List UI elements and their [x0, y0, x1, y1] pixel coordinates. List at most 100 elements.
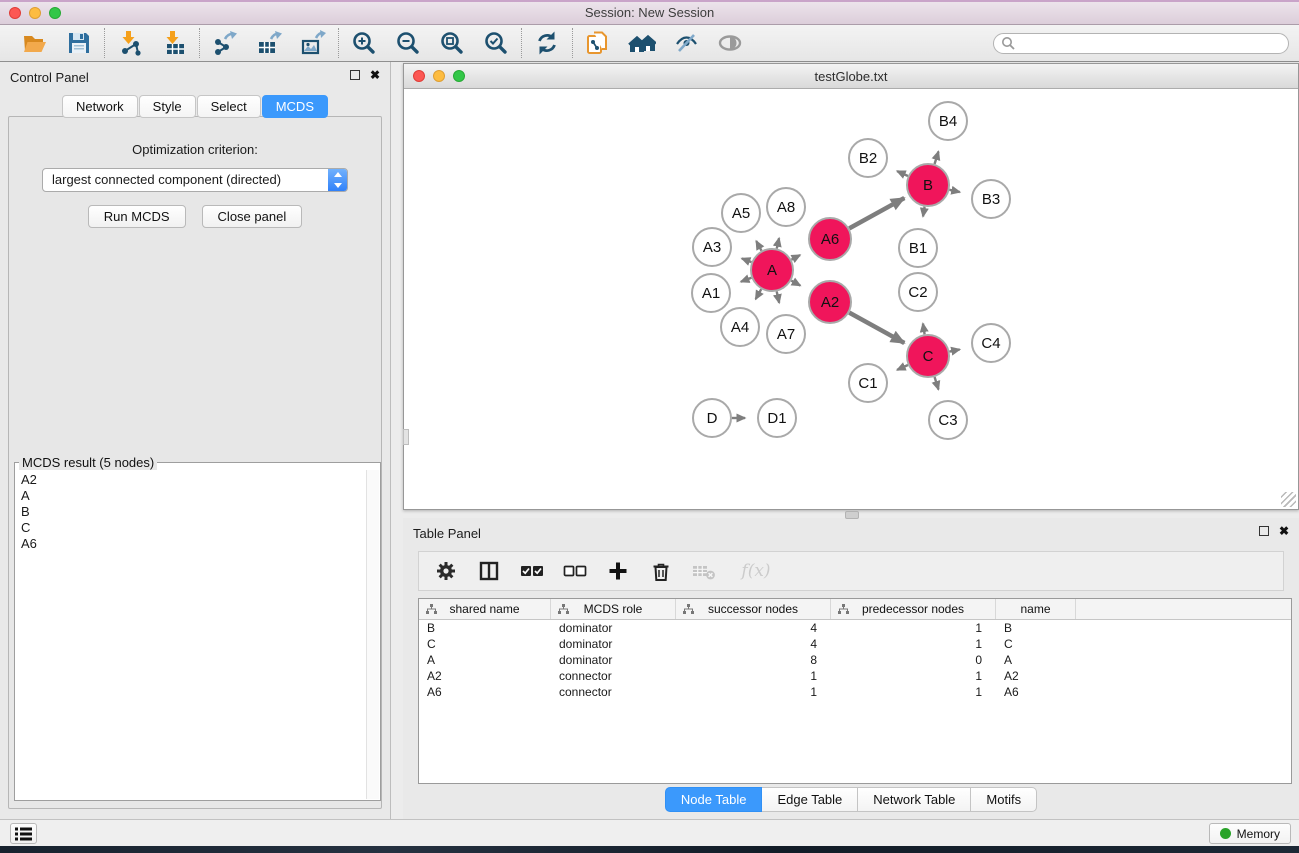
table-cell[interactable]: B	[419, 620, 551, 636]
table-row[interactable]: Bdominator41B	[419, 620, 1291, 636]
tab-mcds[interactable]: MCDS	[262, 95, 328, 118]
graph-node-B4[interactable]: B4	[929, 102, 967, 140]
graph-node-A1[interactable]: A1	[692, 274, 730, 312]
table-row[interactable]: A2connector11A2	[419, 668, 1291, 684]
select-all-columns-button[interactable]	[519, 558, 545, 584]
graph-edge-A-A1[interactable]	[741, 278, 751, 282]
graph-edge-B-B3[interactable]	[949, 190, 959, 192]
close-panel-icon[interactable]: ✖	[370, 70, 380, 80]
table-cell[interactable]: C	[419, 636, 551, 652]
result-item[interactable]: A	[21, 488, 361, 504]
tab-network-table[interactable]: Network Table	[858, 787, 971, 812]
graph-node-A5[interactable]: A5	[722, 194, 760, 232]
table-cell[interactable]: 1	[831, 668, 996, 684]
minimize-window-button[interactable]	[29, 7, 41, 19]
graph-node-A8[interactable]: A8	[767, 188, 805, 226]
search-box[interactable]	[993, 33, 1289, 54]
graph-node-D[interactable]: D	[693, 399, 731, 437]
table-cell[interactable]: B	[996, 620, 1076, 636]
table-cell[interactable]: A	[996, 652, 1076, 668]
table-cell[interactable]: 1	[831, 684, 996, 700]
graph-edge-C-C4[interactable]	[950, 349, 960, 351]
show-column-button[interactable]	[476, 558, 502, 584]
tab-motifs[interactable]: Motifs	[971, 787, 1037, 812]
graph-edge-B-B2[interactable]	[897, 171, 908, 176]
main-titlebar[interactable]: Session: New Session	[0, 2, 1299, 25]
graph-edge-A-A4[interactable]	[756, 289, 762, 299]
float-panel-icon[interactable]	[350, 70, 360, 80]
table-cell[interactable]: 1	[676, 684, 831, 700]
graph-edge-C-C3[interactable]	[935, 377, 939, 389]
table-row[interactable]: A6connector11A6	[419, 684, 1291, 700]
result-item[interactable]: A6	[21, 536, 361, 552]
table-cell[interactable]: dominator	[551, 652, 676, 668]
memory-button[interactable]: Memory	[1209, 823, 1291, 844]
graph-edge-A2-C[interactable]	[849, 313, 904, 343]
zoom-fit-button[interactable]	[436, 28, 468, 58]
graph-edge-C-C2[interactable]	[923, 324, 925, 335]
graph-node-C2[interactable]: C2	[899, 273, 937, 311]
column-header-name[interactable]: name	[996, 599, 1076, 619]
table-cell[interactable]: dominator	[551, 620, 676, 636]
minimize-window-button[interactable]	[433, 70, 445, 82]
tab-edge-table[interactable]: Edge Table	[762, 787, 858, 812]
graph-node-A6[interactable]: A6	[809, 218, 851, 260]
graph-node-C1[interactable]: C1	[849, 364, 887, 402]
refresh-button[interactable]	[531, 28, 563, 58]
tab-style[interactable]: Style	[139, 95, 196, 118]
export-table-button[interactable]	[253, 28, 285, 58]
delete-table-button[interactable]	[691, 558, 717, 584]
run-mcds-button[interactable]: Run MCDS	[88, 205, 186, 228]
show-panels-button[interactable]	[714, 28, 746, 58]
close-panel-button[interactable]: Close panel	[202, 205, 303, 228]
float-panel-icon[interactable]	[1259, 526, 1269, 536]
table-cell[interactable]: C	[996, 636, 1076, 652]
graph-node-B2[interactable]: B2	[849, 139, 887, 177]
graph-node-B[interactable]: B	[907, 164, 949, 206]
table-row[interactable]: Cdominator41C	[419, 636, 1291, 652]
table-cell[interactable]: A6	[419, 684, 551, 700]
tab-select[interactable]: Select	[197, 95, 261, 118]
zoom-out-button[interactable]	[392, 28, 424, 58]
open-session-button[interactable]	[19, 28, 51, 58]
column-header-shared-name[interactable]: shared name	[419, 599, 551, 619]
column-header-predecessor-nodes[interactable]: predecessor nodes	[831, 599, 996, 619]
network-canvas[interactable]: AA1A2A3A4A5A6A7A8BB1B2B3B4CC1C2C3C4DD1	[405, 90, 1297, 508]
panel-divider-grip[interactable]	[403, 429, 409, 445]
graph-node-A4[interactable]: A4	[721, 308, 759, 346]
graph-edge-A-A6[interactable]	[791, 255, 800, 260]
maximize-window-button[interactable]	[49, 7, 61, 19]
deselect-all-columns-button[interactable]	[562, 558, 588, 584]
graph-edge-B-B1[interactable]	[923, 207, 925, 217]
column-header-successor-nodes[interactable]: successor nodes	[676, 599, 831, 619]
graph-node-C4[interactable]: C4	[972, 324, 1010, 362]
table-cell[interactable]: 0	[831, 652, 996, 668]
table-cell[interactable]: 1	[831, 636, 996, 652]
graph-node-A[interactable]: A	[751, 249, 793, 291]
graph-edge-A-A3[interactable]	[742, 258, 752, 262]
graph-edge-A-A8[interactable]	[777, 238, 779, 248]
window-resize-grip[interactable]	[1281, 492, 1296, 507]
zoom-in-button[interactable]	[348, 28, 380, 58]
task-history-button[interactable]	[10, 823, 37, 844]
zoom-selected-button[interactable]	[480, 28, 512, 58]
graph-node-D1[interactable]: D1	[758, 399, 796, 437]
create-column-button[interactable]	[605, 558, 631, 584]
graph-edge-A-A7[interactable]	[777, 291, 779, 302]
function-builder-button[interactable]: f(x)	[734, 558, 778, 584]
tab-node-table[interactable]: Node Table	[665, 787, 763, 812]
save-session-button[interactable]	[63, 28, 95, 58]
graph-edge-C-C1[interactable]	[897, 365, 908, 370]
graph-node-C3[interactable]: C3	[929, 401, 967, 439]
graph-node-A2[interactable]: A2	[809, 281, 851, 323]
table-cell[interactable]: 4	[676, 620, 831, 636]
node-table[interactable]: shared nameMCDS rolesuccessor nodesprede…	[418, 598, 1292, 784]
tab-network[interactable]: Network	[62, 95, 138, 118]
result-scrollbar[interactable]	[366, 470, 379, 799]
table-row[interactable]: Adominator80A	[419, 652, 1291, 668]
result-item[interactable]: B	[21, 504, 361, 520]
graph-edge-A6-B[interactable]	[849, 198, 904, 228]
hide-panels-button[interactable]	[670, 28, 702, 58]
duplicate-network-button[interactable]	[582, 28, 614, 58]
table-cell[interactable]: 1	[831, 620, 996, 636]
